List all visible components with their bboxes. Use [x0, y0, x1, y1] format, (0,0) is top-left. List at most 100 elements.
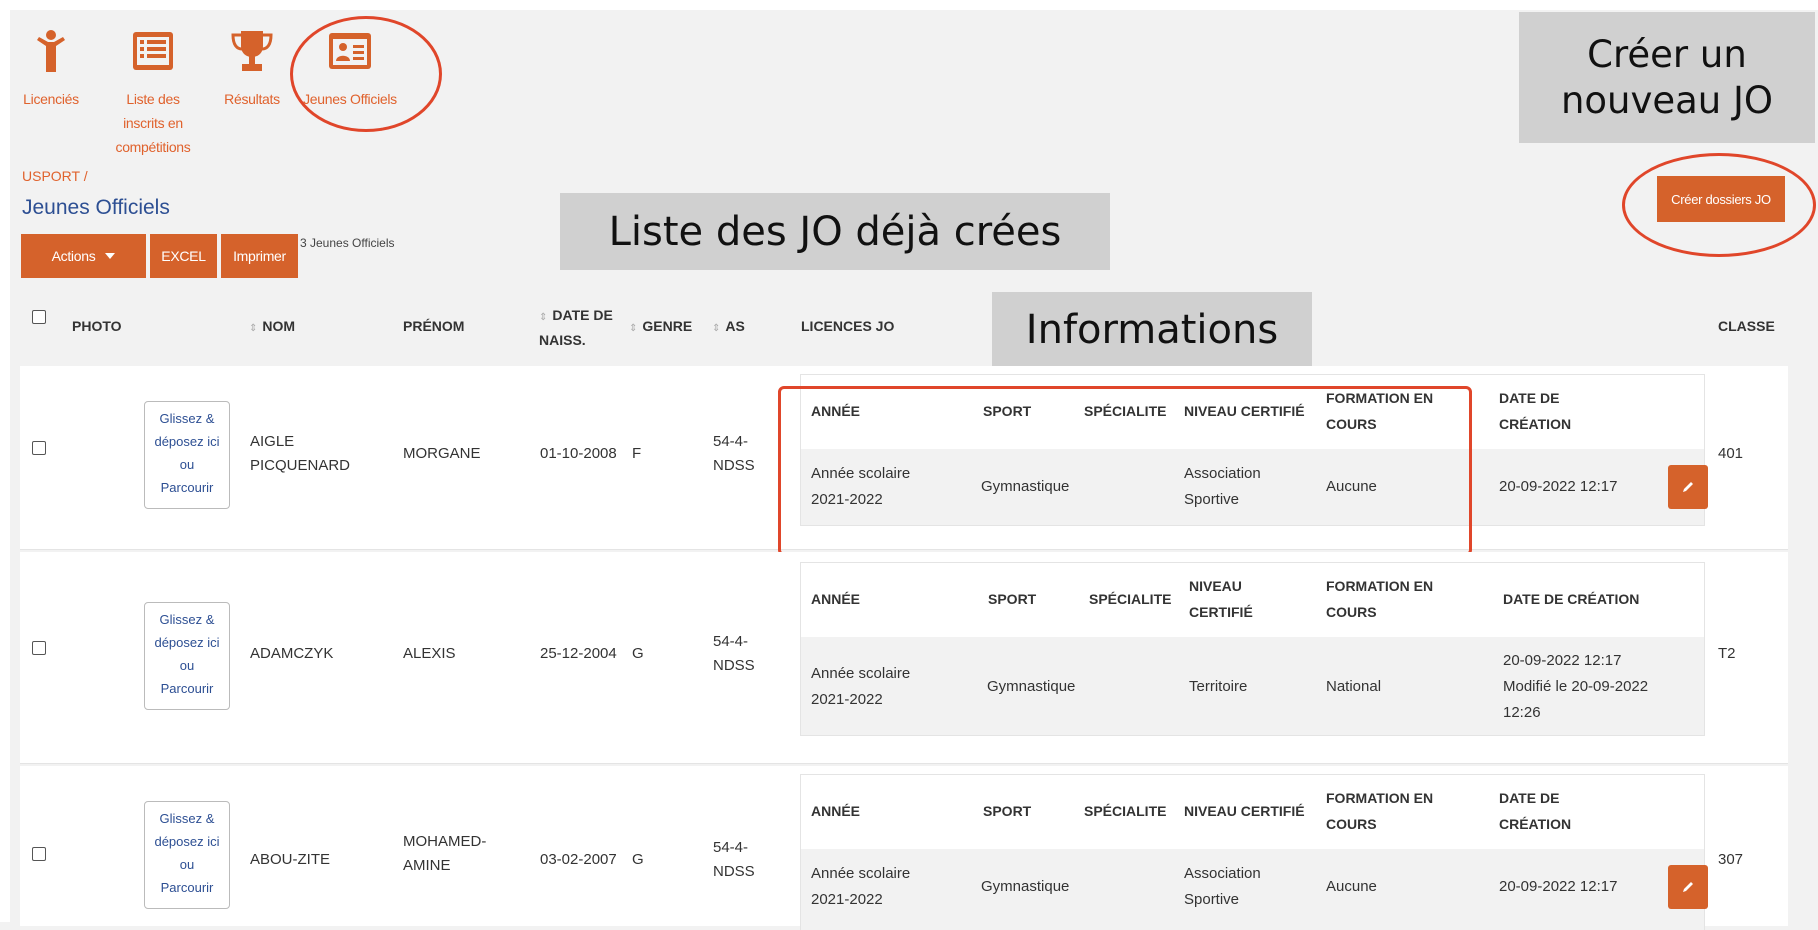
lic-col-annee: ANNÉE: [811, 803, 861, 819]
app-frame: Licenciés Liste des inscrits en compétit…: [0, 0, 1818, 930]
actions-dropdown-button[interactable]: Actions: [21, 234, 146, 278]
lic-col-niveau: NIVEAU CERTIFIÉ: [1184, 403, 1305, 419]
lic-formation: National: [1326, 678, 1382, 695]
dropzone-text: déposez ici: [154, 635, 220, 650]
lic-col-annee: ANNÉE: [811, 403, 861, 419]
id-card-icon: [327, 28, 373, 79]
lic-col-specialite: SPÉCIALITE: [1084, 803, 1167, 819]
dropzone-text: Parcourir: [160, 880, 214, 895]
excel-button[interactable]: EXCEL: [150, 234, 217, 278]
col-licences-jo: LICENCES JO: [801, 318, 895, 334]
sort-icon: ⇕: [539, 312, 548, 323]
breadcrumb[interactable]: USPORT /: [22, 168, 88, 184]
photo-dropzone[interactable]: Glissez & déposez ici ou Parcourir: [144, 602, 230, 710]
cell-prenom: MOHAMED-AMINE: [403, 833, 487, 874]
lic-niveau: Territoire: [1189, 678, 1248, 695]
dropzone-text: déposez ici: [154, 434, 220, 449]
select-all-checkbox[interactable]: [32, 310, 46, 324]
cell-genre: G: [632, 851, 644, 868]
edit-button[interactable]: [1668, 865, 1708, 909]
table-row: Glissez & déposez ici ou Parcourir ABOU-…: [20, 766, 1788, 930]
lic-col-sport: SPORT: [983, 403, 1032, 419]
nav-label: Licenciés: [23, 91, 79, 107]
col-nom[interactable]: ⇕ NOM: [249, 315, 295, 340]
edit-button[interactable]: [1668, 465, 1708, 509]
cell-nom: ADAMCZYK: [250, 645, 334, 662]
photo-dropzone[interactable]: Glissez & déposez ici ou Parcourir: [144, 401, 230, 509]
lic-sport: Gymnastique: [981, 878, 1070, 895]
callout-create-new: Créer un nouveau JO: [1519, 12, 1815, 143]
nav-liste-inscrits[interactable]: Liste des inscrits en compétitions: [104, 28, 202, 159]
page-title: Jeunes Officiels: [22, 196, 170, 219]
top-border: [0, 0, 1818, 10]
lic-formation: Aucune: [1326, 478, 1377, 495]
cell-classe: 307: [1718, 851, 1744, 868]
col-date-naissance[interactable]: ⇕ DATE DE NAISS.: [539, 304, 639, 351]
col-as[interactable]: ⇕ AS: [712, 315, 745, 340]
table-row: Glissez & déposez ici ou Parcourir AIGLE…: [20, 366, 1788, 550]
callout-list: Liste des JO déjà crées: [560, 193, 1110, 270]
row-checkbox[interactable]: [32, 441, 46, 455]
nav-label: Liste des inscrits en compétitions: [115, 91, 191, 155]
lic-col-creation: DATE DE CRÉATION: [1503, 591, 1640, 607]
col-genre[interactable]: ⇕ GENRE: [629, 315, 692, 340]
lic-col-formation: FORMATION EN COURS: [1326, 790, 1434, 832]
cell-as: 54-4-NDSS: [713, 633, 755, 674]
nav-resultats[interactable]: Résultats: [224, 28, 280, 159]
dropzone-text: Glissez &: [159, 612, 215, 627]
lic-col-niveau: NIVEAU CERTIFIÉ: [1189, 578, 1253, 620]
dropzone-text: Glissez &: [159, 411, 215, 426]
nav-label: Jeunes Officiels: [303, 91, 397, 107]
licence-header: ANNÉE SPORT SPÉCIALITE NIVEAU CERTIFIÉ F…: [801, 375, 1704, 449]
cell-genre: G: [632, 645, 644, 662]
lic-annee: Année scolaire 2021-2022: [811, 665, 911, 708]
trophy-icon: [229, 28, 275, 79]
lic-annee: Année scolaire 2021-2022: [811, 465, 911, 508]
dropzone-text: ou: [179, 457, 195, 472]
dropzone-text: ou: [179, 658, 195, 673]
person-icon: [28, 28, 74, 79]
lic-col-formation: FORMATION EN COURS: [1326, 578, 1434, 620]
col-date-label: DATE DE NAISS.: [539, 307, 613, 348]
row-checkbox[interactable]: [32, 641, 46, 655]
sort-icon: ⇕: [712, 323, 721, 334]
photo-dropzone[interactable]: Glissez & déposez ici ou Parcourir: [144, 801, 230, 909]
lic-formation: Aucune: [1326, 878, 1377, 895]
cell-as: 54-4-NDSS: [713, 433, 755, 474]
row-checkbox[interactable]: [32, 847, 46, 861]
print-button[interactable]: Imprimer: [221, 234, 298, 278]
col-as-label: AS: [725, 318, 745, 334]
cell-nom: ABOU-ZITE: [250, 851, 331, 868]
lic-col-niveau: NIVEAU CERTIFIÉ: [1184, 803, 1305, 819]
licence-table: ANNÉE SPORT SPÉCIALITE NIVEAU CERTIFIÉ F…: [800, 774, 1708, 930]
sort-icon: ⇕: [629, 323, 638, 334]
dropzone-text: ou: [179, 857, 195, 872]
licence-table: ANNÉE SPORT SPÉCIALITE NIVEAU CERTIFIÉ F…: [800, 562, 1705, 736]
cell-nom: AIGLE PICQUENARD: [250, 433, 351, 474]
nav-jeunes-officiels[interactable]: Jeunes Officiels: [302, 28, 398, 159]
col-nom-label: NOM: [262, 318, 296, 334]
col-classe: CLASSE: [1718, 318, 1775, 334]
licence-header: ANNÉE SPORT SPÉCIALITE NIVEAU CERTIFIÉ F…: [801, 563, 1704, 637]
lic-col-creation: DATE DE CRÉATION: [1499, 390, 1572, 432]
lic-modifie: Modifié le 20-09-2022 12:26: [1503, 678, 1649, 721]
nav-licencies[interactable]: Licenciés: [20, 28, 82, 159]
cell-date: 03-02-2007: [540, 851, 617, 868]
pencil-icon: [1683, 882, 1693, 892]
table-row: Glissez & déposez ici ou Parcourir ADAMC…: [20, 552, 1788, 764]
sort-icon: ⇕: [249, 323, 258, 334]
lic-sport: Gymnastique: [987, 678, 1076, 695]
actions-label: Actions: [51, 248, 96, 264]
top-nav: Licenciés Liste des inscrits en compétit…: [20, 28, 420, 159]
lic-niveau: Association Sportive: [1184, 865, 1261, 908]
col-prenom: PRÉNOM: [403, 318, 465, 334]
lic-niveau: Association Sportive: [1184, 465, 1261, 508]
cell-prenom: MORGANE: [403, 445, 481, 462]
pencil-icon: [1683, 482, 1693, 492]
create-jo-button[interactable]: Créer dossiers JO: [1657, 176, 1785, 222]
cell-prenom: ALEXIS: [403, 645, 456, 662]
lic-col-sport: SPORT: [983, 803, 1032, 819]
lic-col-specialite: SPÉCIALITE: [1089, 591, 1172, 607]
dropzone-text: Parcourir: [160, 480, 214, 495]
lic-annee: Année scolaire 2021-2022: [811, 865, 911, 908]
